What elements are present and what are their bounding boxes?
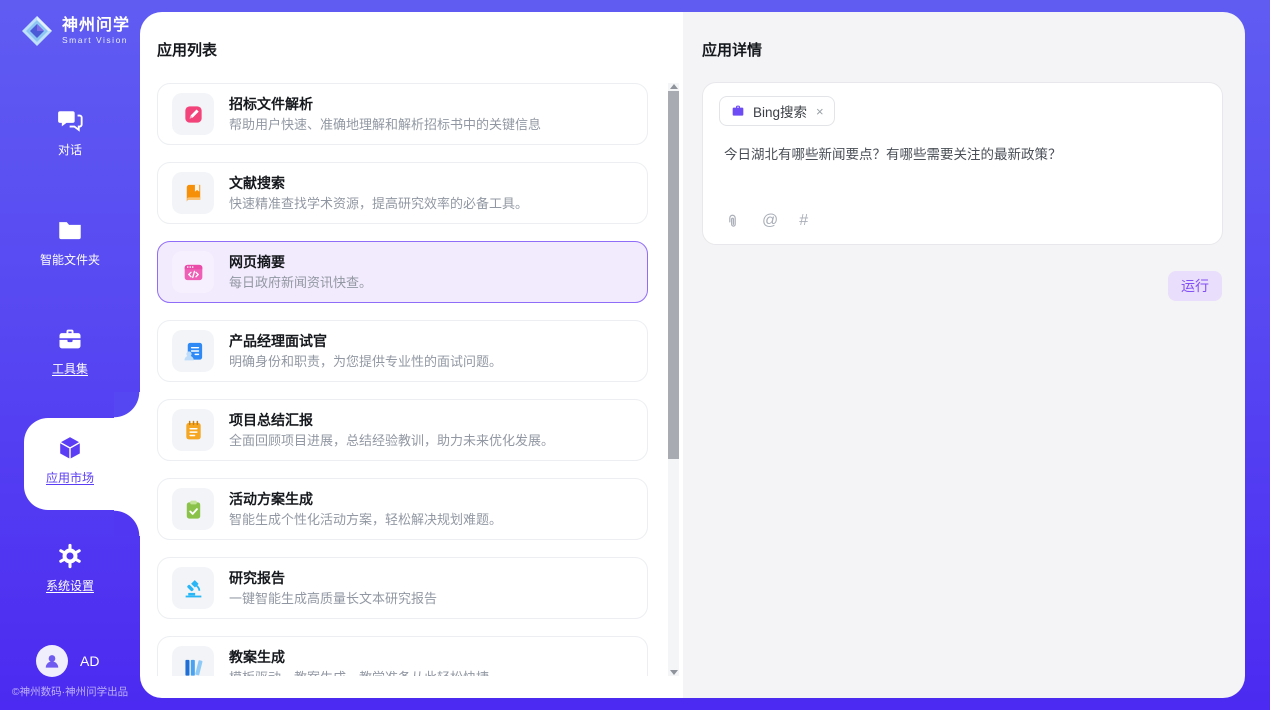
app-list-title: 应用列表 xyxy=(157,39,217,60)
app-list: 招标文件解析 帮助用户快速、准确地理解和解析招标书中的关键信息 文献搜索 快速精… xyxy=(157,83,648,676)
notepad-icon xyxy=(172,409,214,451)
brand-logo: 神州问学 Smart Vision xyxy=(20,14,130,48)
app-list-item-web-summary[interactable]: 网页摘要 每日政府新闻资讯快查。 xyxy=(157,241,648,303)
copyright: ©神州数码·神州问学出品 xyxy=(0,684,140,699)
brand-name: 神州问学 xyxy=(62,17,130,35)
hash-icon[interactable]: # xyxy=(799,211,808,231)
folder-icon xyxy=(56,216,84,246)
diamond-logo-icon xyxy=(20,14,54,48)
toolbox-icon xyxy=(56,325,84,355)
books-icon xyxy=(172,646,214,676)
user-chip[interactable]: AD xyxy=(36,645,99,677)
app-list-item-literature-search[interactable]: 文献搜索 快速精准查找学术资源，提高研究效率的必备工具。 xyxy=(157,162,648,224)
clipboard-check-icon xyxy=(172,488,214,530)
gear-icon xyxy=(56,542,84,572)
interview-icon xyxy=(172,330,214,372)
app-frame: 神州问学 Smart Vision 对话 智能文件夹 工具集 应用市场 系统设置 xyxy=(0,0,1270,710)
sidebar-item-chat[interactable]: 对话 xyxy=(0,106,140,158)
avatar xyxy=(36,645,68,677)
app-list-item-bid-parse[interactable]: 招标文件解析 帮助用户快速、准确地理解和解析招标书中的关键信息 xyxy=(157,83,648,145)
chat-icon xyxy=(56,106,84,136)
sidebar-item-app-market[interactable]: 应用市场 xyxy=(0,434,140,486)
list-scrollbar[interactable] xyxy=(668,83,679,676)
mention-icon[interactable]: @ xyxy=(762,211,778,231)
user-icon xyxy=(42,651,62,671)
book-icon xyxy=(172,172,214,214)
app-list-item-project-summary[interactable]: 项目总结汇报 全面回顾项目进展，总结经验教训，助力未来优化发展。 xyxy=(157,399,648,461)
app-list-item-research-report[interactable]: 研究报告 一键智能生成高质量长文本研究报告 xyxy=(157,557,648,619)
sidebar-item-toolset[interactable]: 工具集 xyxy=(0,325,140,377)
attachment-icon[interactable] xyxy=(724,213,741,230)
run-button[interactable]: 运行 xyxy=(1168,271,1222,301)
bulge-curve-bottom xyxy=(114,510,140,536)
bulge-curve-top xyxy=(114,392,140,418)
close-icon[interactable]: × xyxy=(816,104,824,119)
composer-toolbar: @# xyxy=(724,211,808,231)
browser-code-icon xyxy=(172,251,214,293)
app-list-item-event-plan[interactable]: 活动方案生成 智能生成个性化活动方案，轻松解决规划难题。 xyxy=(157,478,648,540)
scroll-down-icon[interactable] xyxy=(668,668,679,676)
tool-tag-bing[interactable]: Bing搜索 × xyxy=(719,96,835,126)
app-detail-title: 应用详情 xyxy=(702,39,762,60)
app-list-item-pm-interviewer[interactable]: 产品经理面试官 明确身份和职责，为您提供专业性的面试问题。 xyxy=(157,320,648,382)
scrollbar-thumb[interactable] xyxy=(668,91,679,459)
research-icon xyxy=(172,567,214,609)
query-card: Bing搜索 × 今日湖北有哪些新闻要点？有哪些需要关注的最新政策？ @# xyxy=(702,82,1223,245)
edit-doc-icon xyxy=(172,93,214,135)
sidebar-item-settings[interactable]: 系统设置 xyxy=(0,542,140,594)
user-name: AD xyxy=(80,653,99,669)
query-input[interactable]: 今日湖北有哪些新闻要点？有哪些需要关注的最新政策？ xyxy=(724,145,1202,164)
sidebar-item-smart-folders[interactable]: 智能文件夹 xyxy=(0,216,140,268)
content-shell: 应用列表 招标文件解析 帮助用户快速、准确地理解和解析招标书中的关键信息 文献搜… xyxy=(140,12,1245,698)
sidebar: 神州问学 Smart Vision 对话 智能文件夹 工具集 应用市场 系统设置 xyxy=(0,0,140,710)
briefcase-icon xyxy=(730,103,746,119)
app-list-panel: 应用列表 招标文件解析 帮助用户快速、准确地理解和解析招标书中的关键信息 文献搜… xyxy=(140,12,683,698)
brand-subtitle: Smart Vision xyxy=(62,35,130,45)
app-list-item-lesson-plan[interactable]: 教案生成 模板驱动，教案生成，教学准备从此轻松快捷 xyxy=(157,636,648,676)
app-detail-panel: 应用详情 Bing搜索 × 今日湖北有哪些新闻要点？有哪些需要关注的最新政策？ … xyxy=(683,12,1245,698)
tool-tag-label: Bing搜索 xyxy=(753,101,807,121)
cube-icon xyxy=(56,434,84,464)
scroll-up-icon[interactable] xyxy=(668,83,679,91)
